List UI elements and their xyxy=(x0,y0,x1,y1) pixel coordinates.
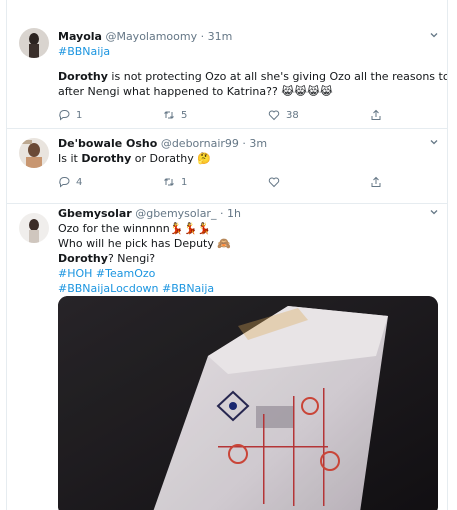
text-line: Dorothy? Nengi? xyxy=(58,252,156,265)
text-line: Dorothy is not protecting Ozo at all she… xyxy=(58,70,448,83)
author-handle[interactable]: @debornair99 xyxy=(161,137,239,150)
bold-word: Dorothy xyxy=(81,152,132,165)
bold-word: Dorothy xyxy=(58,252,108,265)
separator: · xyxy=(200,30,205,43)
emoji: 🤔 xyxy=(197,152,211,165)
text-line: Is it Dorothy or Dorathy 🤔 xyxy=(58,152,211,165)
author-name[interactable]: De'bowale Osho xyxy=(58,137,157,150)
share-button[interactable] xyxy=(370,175,382,189)
reply-icon xyxy=(59,110,70,121)
reply-count: 4 xyxy=(76,176,83,188)
chevron-down-icon[interactable] xyxy=(429,207,439,217)
timestamp[interactable]: 31m xyxy=(208,30,233,43)
tweet-text: Is it Dorothy or Dorathy 🤔 xyxy=(58,151,438,166)
avatar[interactable] xyxy=(19,213,49,243)
tweet-actions: 4 1 xyxy=(58,175,428,189)
like-button[interactable]: 38 xyxy=(268,108,299,122)
timestamp[interactable]: 3m xyxy=(249,137,267,150)
share-icon xyxy=(371,109,381,120)
author-handle[interactable]: @gbemysolar_ xyxy=(135,207,216,220)
hashtag-line[interactable]: #HOH #TeamOzo xyxy=(58,266,438,281)
tweet-card[interactable]: De'bowale Osho @debornair99 · 3m Is it D… xyxy=(7,128,447,204)
chevron-down-icon[interactable] xyxy=(429,137,439,147)
timeline: Mayola @Mayolamoomy · 31m #BBNaija Dorot… xyxy=(6,0,448,510)
like-icon xyxy=(268,177,280,188)
retweet-count: 1 xyxy=(181,176,188,188)
timestamp[interactable]: 1h xyxy=(227,207,241,220)
tweet-actions: 1 5 38 xyxy=(58,108,428,122)
text-line: Who will he pick has Deputy 🙈 xyxy=(58,237,232,250)
tweet-header: Gbemysolar @gbemysolar_ · 1h xyxy=(58,207,241,221)
emoji: 😹😹😹😹 xyxy=(281,85,333,98)
author-name[interactable]: Mayola xyxy=(58,30,102,43)
retweet-button[interactable]: 1 xyxy=(163,175,187,189)
like-icon xyxy=(268,110,280,121)
avatar[interactable] xyxy=(19,28,49,58)
separator: · xyxy=(219,207,224,220)
separator: · xyxy=(242,137,246,150)
author-handle[interactable]: @Mayolamoomy xyxy=(105,30,197,43)
emoji: 🙈 xyxy=(217,237,232,250)
tweet-text: #BBNaija Dorothy is not protecting Ozo a… xyxy=(58,44,448,99)
bold-word: Dorothy xyxy=(58,70,108,83)
retweet-count: 5 xyxy=(181,109,188,121)
like-count: 38 xyxy=(286,109,299,121)
retweet-icon xyxy=(164,111,174,119)
like-button[interactable] xyxy=(268,175,286,189)
reply-button[interactable]: 1 xyxy=(58,108,82,122)
avatar[interactable] xyxy=(19,138,49,168)
text-line: Ozo for the winnnnn💃💃💃 xyxy=(58,222,211,235)
tweet-header: Mayola @Mayolamoomy · 31m xyxy=(58,30,232,44)
author-name[interactable]: Gbemysolar xyxy=(58,207,132,220)
text-line: after Nengi what happened to Katrina?? 😹… xyxy=(58,85,333,98)
share-icon xyxy=(371,176,381,187)
hashtag[interactable]: #BBNaija xyxy=(58,44,438,59)
chevron-down-icon[interactable] xyxy=(429,30,439,40)
emoji: 💃💃💃 xyxy=(169,222,211,235)
tweet-header: De'bowale Osho @debornair99 · 3m xyxy=(58,137,267,151)
reply-icon xyxy=(59,177,70,188)
retweet-button[interactable]: 5 xyxy=(163,108,187,122)
retweet-icon xyxy=(164,178,174,186)
reply-count: 1 xyxy=(76,109,83,121)
reply-button[interactable]: 4 xyxy=(58,175,82,189)
hashtag-line[interactable]: #BBNaijaLocdown #BBNaija xyxy=(58,281,438,296)
tweet-card[interactable]: Mayola @Mayolamoomy · 31m #BBNaija Dorot… xyxy=(7,0,447,129)
video-frame xyxy=(58,296,438,510)
tweet-media-video[interactable] xyxy=(58,296,438,510)
tweet-text: Ozo for the winnnnn💃💃💃 Who will he pick … xyxy=(58,221,438,296)
share-button[interactable] xyxy=(370,108,382,122)
